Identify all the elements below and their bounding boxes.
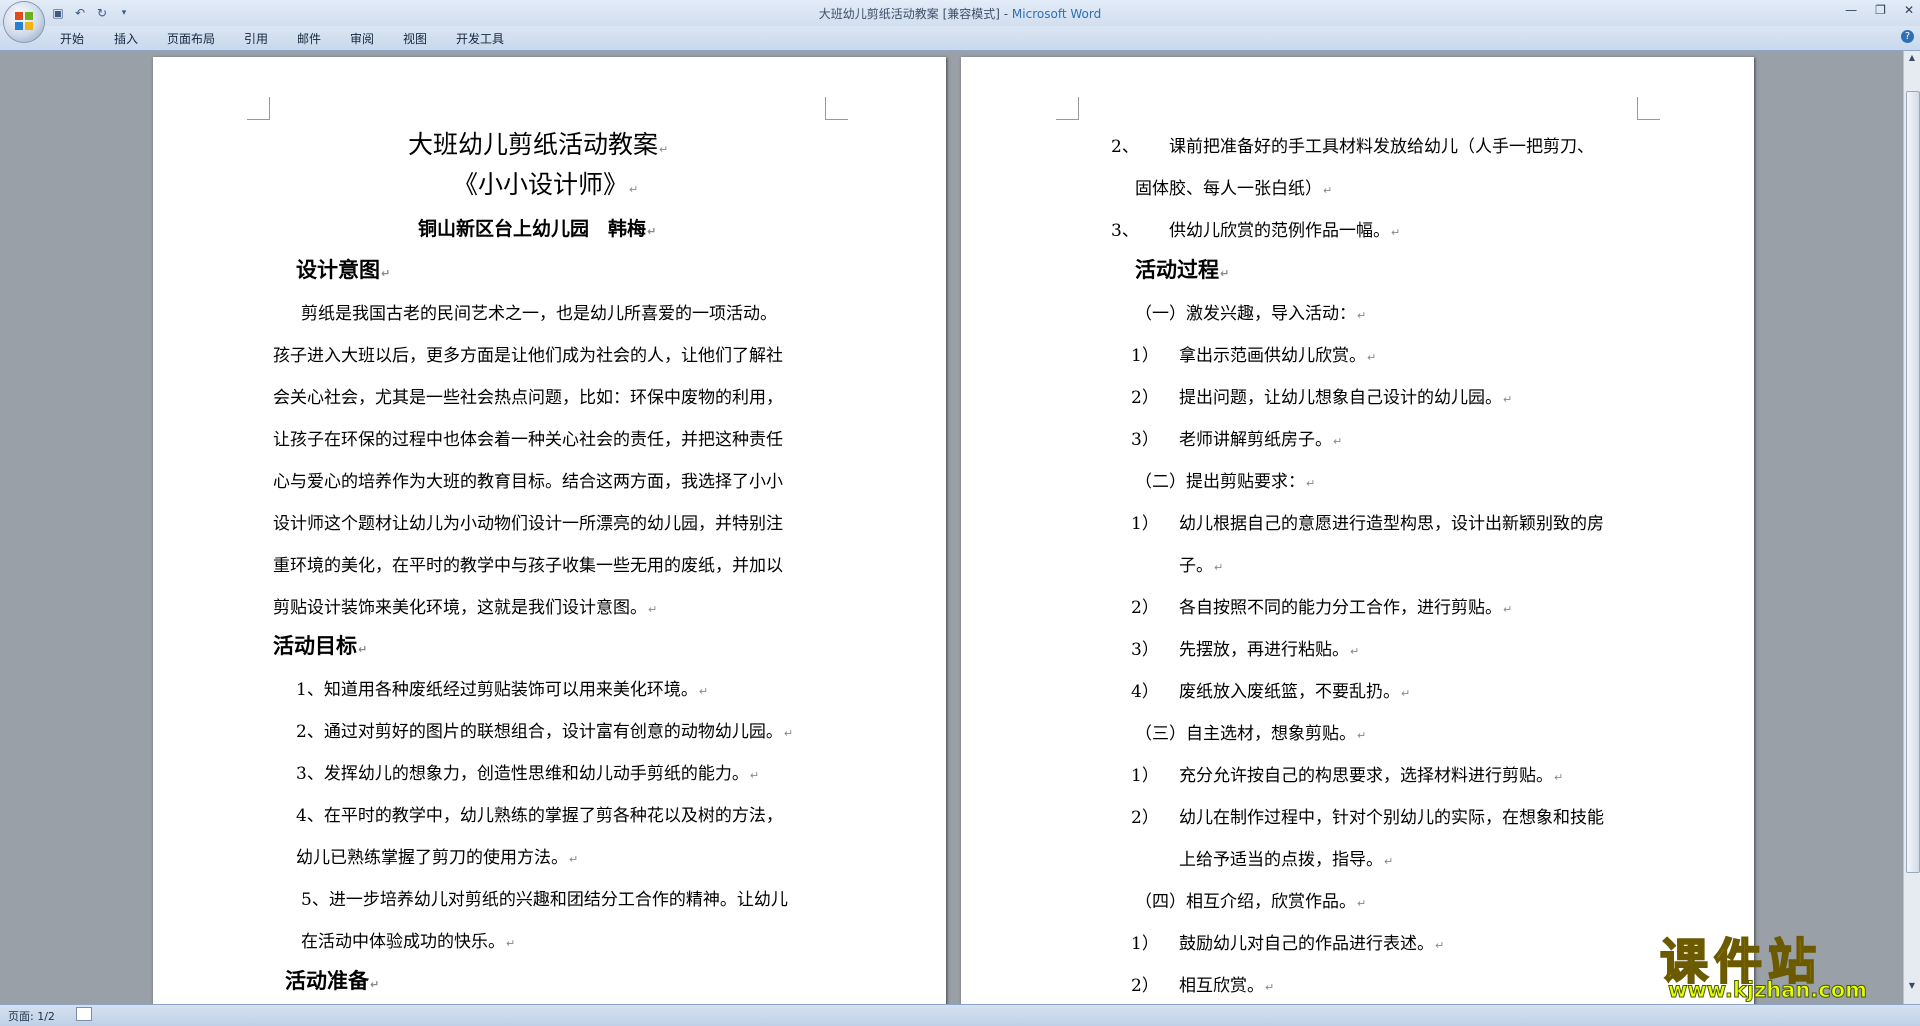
margin-corner-mark: [825, 97, 848, 120]
process-line[interactable]: 1） 幼儿根据自己的意愿进行造型构思，设计出新颖别致的房: [1131, 509, 1604, 534]
status-bar: 页面: 1/2: [0, 1004, 1920, 1026]
goal-line[interactable]: 1、知道用各种废纸经过剪贴装饰可以用来美化环境。↵: [296, 675, 708, 700]
page-indicator[interactable]: 页面: 1/2: [8, 1008, 55, 1024]
margin-corner-mark: [247, 97, 270, 120]
process-line[interactable]: 2） 各自按照不同的能力分工合作，进行剪贴。↵: [1131, 593, 1512, 618]
scrollbar-thumb[interactable]: [1906, 91, 1920, 873]
prep-line[interactable]: 2、 课前把准备好的手工具材料发放给幼儿（人手一把剪刀、: [1111, 132, 1594, 157]
macro-record-icon[interactable]: [76, 1007, 92, 1021]
process-line[interactable]: 上给予适当的点拨，指导。↵: [1179, 845, 1393, 870]
process-line[interactable]: 3） 先摆放，再进行粘贴。↵: [1131, 635, 1359, 660]
process-line[interactable]: 3） 老师讲解剪纸房子。↵: [1131, 425, 1342, 450]
process-line[interactable]: （一）激发兴趣，导入活动：↵: [1135, 299, 1366, 324]
process-line[interactable]: 2） 相互欣赏。↵: [1131, 971, 1274, 996]
window-title: 大班幼儿剪纸活动教案 [兼容模式] - Microsoft Word: [0, 5, 1920, 22]
process-line[interactable]: 1） 充分允许按自己的构思要求，选择材料进行剪贴。↵: [1131, 761, 1563, 786]
paragraph-line[interactable]: 重环境的美化，在平时的教学中与孩子收集一些无用的废纸，并加以: [273, 551, 783, 576]
margin-corner-mark: [1637, 97, 1660, 120]
heading-activity-goals[interactable]: 活动目标↵: [273, 630, 367, 660]
heading-activity-process[interactable]: 活动过程↵: [1135, 254, 1229, 284]
goal-line[interactable]: 3、发挥幼儿的想象力，创造性思维和幼儿动手剪纸的能力。↵: [296, 759, 759, 784]
tab-references[interactable]: 引用: [244, 30, 268, 47]
close-icon[interactable]: ✕: [1904, 3, 1914, 17]
process-line[interactable]: 1） 鼓励幼儿对自己的作品进行表述。↵: [1131, 929, 1444, 954]
process-line[interactable]: 子。↵: [1179, 551, 1223, 576]
goal-line[interactable]: 5、进一步培养幼儿对剪纸的兴趣和团结分工合作的精神。让幼儿: [301, 885, 788, 910]
prep-line[interactable]: 固体胶、每人一张白纸）↵: [1135, 174, 1332, 199]
process-line[interactable]: 2） 提出问题，让幼儿想象自己设计的幼儿园。↵: [1131, 383, 1512, 408]
document-title-text[interactable]: 大班幼儿剪纸活动教案↵: [408, 125, 668, 161]
heading-design-intent[interactable]: 设计意图↵: [296, 254, 390, 284]
window-controls: — ❐ ✕: [1845, 3, 1914, 17]
paragraph-line[interactable]: 孩子进入大班以后，更多方面是让他们成为社会的人，让他们了解社: [273, 341, 783, 366]
paragraph-line[interactable]: 设计师这个题材让幼儿为小动物们设计一所漂亮的幼儿园，并特别注: [273, 509, 783, 534]
tab-view[interactable]: 视图: [403, 30, 427, 47]
document-workspace: 大班幼儿剪纸活动教案↵ 《小小设计师》↵ 铜山新区台上幼儿园 韩梅↵ 设计意图↵…: [0, 51, 1903, 1004]
tab-mailings[interactable]: 邮件: [297, 30, 321, 47]
paragraph-line[interactable]: 让孩子在环保的过程中也体会着一种关心社会的责任，并把这种责任: [273, 425, 783, 450]
restore-icon[interactable]: ❐: [1875, 3, 1886, 17]
tab-review[interactable]: 审阅: [350, 30, 374, 47]
page-2: 2、 课前把准备好的手工具材料发放给幼儿（人手一把剪刀、 固体胶、每人一张白纸）↵…: [961, 57, 1754, 1004]
paragraph-line[interactable]: 会关心社会，尤其是一些社会热点问题，比如：环保中废物的利用，: [273, 383, 783, 408]
title-bar: ▣ ↶ ↻ ▾ 大班幼儿剪纸活动教案 [兼容模式] - Microsoft Wo…: [0, 0, 1920, 26]
ruler-toggle-icon[interactable]: ▲: [1906, 53, 1918, 65]
margin-corner-mark: [1056, 97, 1079, 120]
process-line[interactable]: 1） 拿出示范画供幼儿欣赏。↵: [1131, 341, 1376, 366]
paragraph-line[interactable]: 心与爱心的培养作为大班的教育目标。结合这两方面，我选择了小小: [273, 467, 783, 492]
goal-line[interactable]: 在活动中体验成功的快乐。↵: [301, 927, 515, 952]
paragraph-line[interactable]: 剪纸是我国古老的民间艺术之一，也是幼儿所喜爱的一项活动。: [301, 299, 777, 324]
tab-developer[interactable]: 开发工具: [456, 30, 504, 47]
watermark-logo: 课件站 www.kjzhan.com: [1659, 922, 1905, 1003]
process-line[interactable]: （四）相互介绍，欣赏作品。↵: [1135, 887, 1366, 912]
tab-home[interactable]: 开始: [60, 30, 84, 47]
prep-line[interactable]: 3、 供幼儿欣赏的范例作品一幅。↵: [1111, 216, 1400, 241]
help-icon[interactable]: ?: [1901, 30, 1914, 43]
watermark-url: www.kjzhan.com: [1667, 978, 1868, 1003]
document-subtitle-text[interactable]: 《小小设计师》↵: [453, 165, 638, 201]
process-line[interactable]: 4） 废纸放入废纸篮，不要乱扔。↵: [1131, 677, 1410, 702]
goal-line[interactable]: 2、通过对剪好的图片的联想组合，设计富有创意的动物幼儿园。↵: [296, 717, 793, 742]
tab-page-layout[interactable]: 页面布局: [167, 30, 215, 47]
process-line[interactable]: （三）自主选材，想象剪贴。↵: [1135, 719, 1366, 744]
author-line[interactable]: 铜山新区台上幼儿园 韩梅↵: [418, 214, 656, 241]
scroll-down-icon[interactable]: ▼: [1906, 981, 1918, 993]
process-line[interactable]: （二）提出剪贴要求：↵: [1135, 467, 1315, 492]
goal-line[interactable]: 幼儿已熟练掌握了剪刀的使用方法。↵: [296, 843, 578, 868]
office-logo-icon: [15, 12, 33, 30]
goal-line[interactable]: 4、在平时的教学中，幼儿熟练的掌握了剪各种花以及树的方法，: [296, 801, 783, 826]
app-name: Microsoft Word: [1011, 7, 1102, 21]
minimize-icon[interactable]: —: [1845, 3, 1857, 17]
paragraph-line[interactable]: 剪贴设计装饰来美化环境，这就是我们设计意图。↵: [273, 593, 657, 618]
ribbon-tab-bar: 开始 插入 页面布局 引用 邮件 审阅 视图 开发工具: [0, 26, 1920, 51]
page-1: 大班幼儿剪纸活动教案↵ 《小小设计师》↵ 铜山新区台上幼儿园 韩梅↵ 设计意图↵…: [153, 57, 946, 1004]
vertical-scrollbar[interactable]: ▲ ▼: [1903, 51, 1920, 1004]
office-button[interactable]: [4, 2, 44, 42]
document-title: 大班幼儿剪纸活动教案 [兼容模式] -: [818, 7, 1012, 21]
process-line[interactable]: 2） 幼儿在制作过程中，针对个别幼儿的实际，在想象和技能: [1131, 803, 1604, 828]
heading-activity-prep[interactable]: 活动准备↵: [285, 965, 379, 995]
tab-insert[interactable]: 插入: [114, 30, 138, 47]
